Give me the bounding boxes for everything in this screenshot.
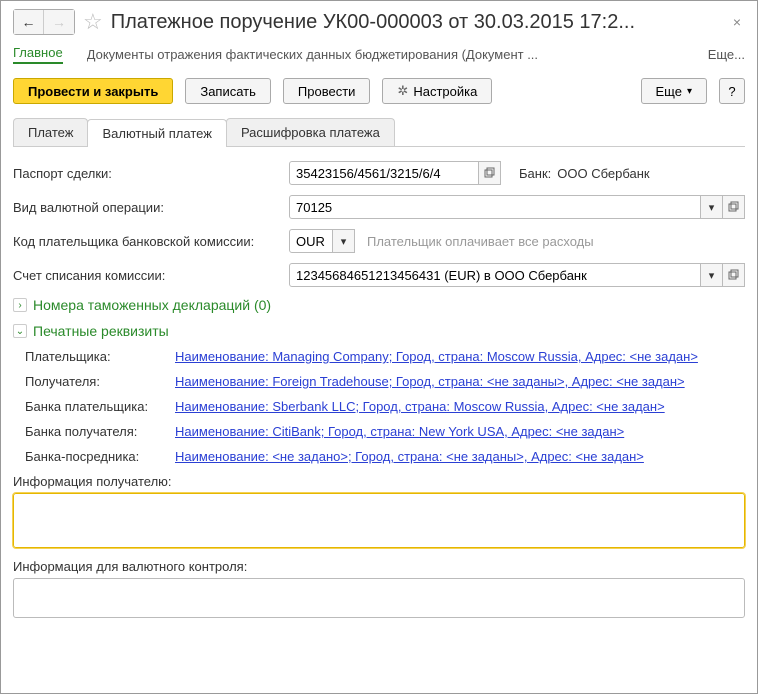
tab-currency-payment[interactable]: Валютный платеж [87,119,226,147]
open-icon [484,167,496,179]
save-button[interactable]: Записать [185,78,271,104]
nav-tab-documents[interactable]: Документы отражения фактических данных б… [87,47,684,62]
recipient-bank-link[interactable]: Наименование: CitiBank; Город, страна: N… [175,424,624,439]
commission-account-input[interactable] [289,263,701,287]
commission-code-dropdown-button[interactable]: ▾ [333,229,355,253]
close-icon[interactable]: × [729,14,745,30]
favorite-star-icon[interactable]: ☆ [83,9,103,35]
tab-payment[interactable]: Платеж [13,118,88,146]
settings-button[interactable]: ✲ Настройка [382,78,492,104]
open-icon [728,201,740,213]
settings-label: Настройка [413,84,477,99]
open-icon [728,269,740,281]
expand-down-icon: ⌄ [13,324,27,338]
chevron-down-icon: ▾ [687,86,692,97]
recipient-bank-label: Банка получателя: [25,424,175,439]
passport-label: Паспорт сделки: [13,166,283,181]
recipient-link[interactable]: Наименование: Foreign Tradehouse; Город,… [175,374,685,389]
chevron-down-icon: ▾ [709,201,715,214]
chevron-down-icon: ▾ [709,269,715,282]
print-expander[interactable]: ⌄ Печатные реквизиты [13,323,745,339]
expand-right-icon: › [13,298,27,312]
tab-breakdown[interactable]: Расшифровка платежа [226,118,395,146]
commission-hint: Плательщик оплачивает все расходы [367,234,594,249]
recipient-info-label: Информация получателю: [13,474,745,489]
help-button[interactable]: ? [719,78,745,104]
passport-input[interactable] [289,161,479,185]
currency-op-label: Вид валютной операции: [13,200,283,215]
bank-label: Банк: [519,166,551,181]
commit-close-button[interactable]: Провести и закрыть [13,78,173,104]
currency-control-textarea[interactable] [13,578,745,618]
commission-account-open-button[interactable] [723,263,745,287]
recipient-info-textarea[interactable] [13,493,745,548]
intermediary-link[interactable]: Наименование: <не задано>; Город, страна… [175,449,644,464]
currency-op-dropdown-button[interactable]: ▾ [701,195,723,219]
currency-op-input[interactable] [289,195,701,219]
nav-more-link[interactable]: Еще... [708,47,745,62]
nav-tab-main[interactable]: Главное [13,45,63,64]
recipient-label: Получателя: [25,374,175,389]
intermediary-label: Банка-посредника: [25,449,175,464]
gear-icon: ✲ [397,83,408,99]
commit-button[interactable]: Провести [283,78,371,104]
customs-expander[interactable]: › Номера таможенных деклараций (0) [13,297,745,313]
passport-open-button[interactable] [479,161,501,185]
commission-code-label: Код плательщика банковской комиссии: [13,234,283,249]
more-button[interactable]: Еще ▾ [641,78,707,104]
nav-back-button[interactable]: ← [14,10,44,34]
bank-value: ООО Сбербанк [557,166,649,181]
commission-account-label: Счет списания комиссии: [13,268,283,283]
currency-op-open-button[interactable] [723,195,745,219]
chevron-down-icon: ▾ [341,235,347,248]
nav-forward-button[interactable]: → [44,10,74,34]
print-label: Печатные реквизиты [33,323,169,339]
commission-account-dropdown-button[interactable]: ▾ [701,263,723,287]
customs-label: Номера таможенных деклараций (0) [33,297,271,313]
commission-code-input[interactable] [289,229,333,253]
payer-bank-label: Банка плательщика: [25,399,175,414]
payer-link[interactable]: Наименование: Managing Company; Город, с… [175,349,698,364]
payer-label: Плательщика: [25,349,175,364]
currency-control-label: Информация для валютного контроля: [13,559,745,574]
payer-bank-link[interactable]: Наименование: Sberbank LLC; Город, стран… [175,399,665,414]
window-title: Платежное поручение УК00-000003 от 30.03… [111,11,721,34]
nav-buttons: ← → [13,9,75,35]
more-label: Еще [656,84,682,99]
